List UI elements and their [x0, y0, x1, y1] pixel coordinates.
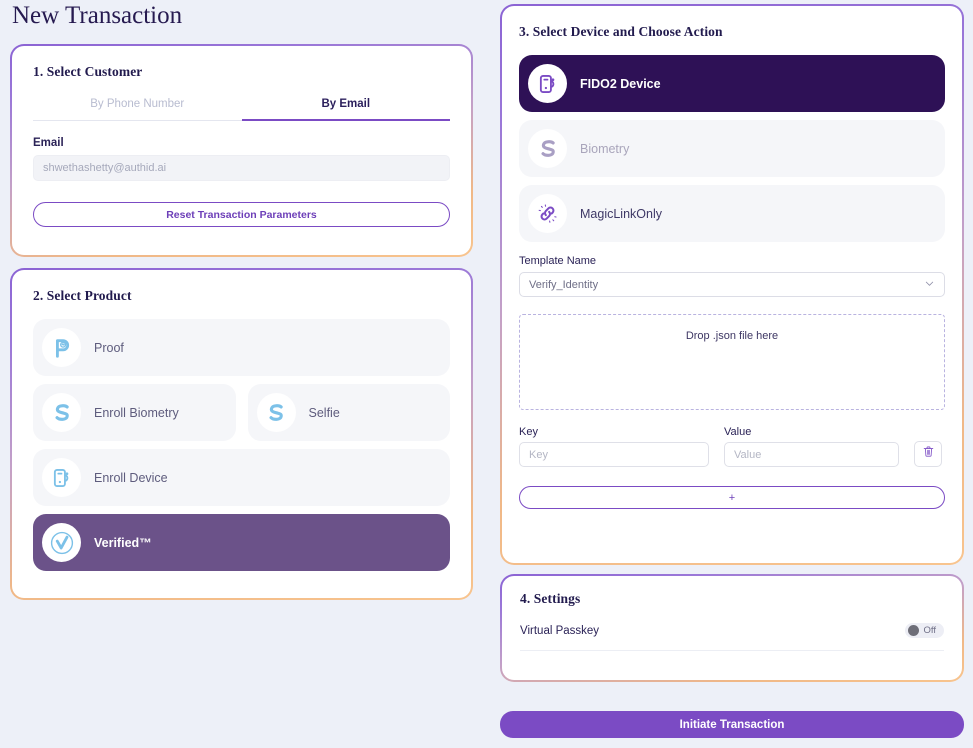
- product-item-selfie[interactable]: Selfie: [247, 384, 450, 441]
- device-item-fido2[interactable]: FIDO2 Device: [519, 55, 945, 112]
- proof-p-icon: [42, 328, 81, 367]
- dropzone-text: Drop .json file here: [685, 330, 779, 342]
- select-device-title: 3. Select Device and Choose Action: [519, 24, 723, 39]
- template-name-select[interactable]: Verify_Identity: [519, 272, 945, 297]
- toggle-state-label: Off: [923, 625, 937, 636]
- value-column: Value Value: [724, 426, 899, 467]
- chevron-down-icon: [924, 278, 935, 292]
- biometry-s-icon: [528, 129, 567, 168]
- reset-transaction-parameters-button[interactable]: Reset Transaction Parameters: [33, 202, 450, 227]
- selfie-s-icon: [256, 393, 296, 432]
- device-label: Biometry: [580, 141, 630, 156]
- fido2-device-icon: [528, 64, 567, 103]
- value-input[interactable]: Value: [724, 442, 899, 467]
- key-value-row: Key Key Value Value: [519, 426, 945, 467]
- settings-card: 4. Settings Virtual Passkey Off: [500, 574, 964, 682]
- verified-check-icon: [42, 523, 81, 562]
- device-list: FIDO2 Device Biometry MagicLinkOnly: [519, 55, 945, 242]
- product-label: Verified™: [94, 535, 152, 550]
- template-name-label: Template Name: [519, 255, 597, 267]
- device-item-biometry[interactable]: Biometry: [519, 120, 945, 177]
- initiate-transaction-button[interactable]: Initiate Transaction: [500, 711, 964, 738]
- select-device-card: 3. Select Device and Choose Action FIDO2…: [500, 4, 964, 565]
- select-product-card: 2. Select Product Proof Enroll Biometry …: [10, 268, 473, 600]
- device-label: FIDO2 Device: [580, 76, 661, 91]
- product-label: Enroll Device: [94, 470, 168, 485]
- tab-by-email[interactable]: By Email: [241, 98, 450, 121]
- trash-icon: [922, 445, 935, 463]
- key-column: Key Key: [519, 426, 709, 467]
- new-transaction-page: New Transaction 1. Select Customer By Ph…: [0, 0, 973, 748]
- json-dropzone[interactable]: Drop .json file here: [519, 314, 945, 410]
- virtual-passkey-toggle[interactable]: Off: [904, 623, 944, 638]
- virtual-passkey-label: Virtual Passkey: [520, 624, 600, 637]
- product-item-enroll-device[interactable]: Enroll Device: [33, 449, 450, 506]
- settings-title: 4. Settings: [520, 591, 581, 606]
- value-label: Value: [724, 426, 752, 438]
- product-label: Enroll Biometry: [94, 405, 179, 420]
- tab-by-phone-number[interactable]: By Phone Number: [33, 98, 242, 121]
- customer-lookup-tabs: By Phone Number By Email: [33, 98, 450, 121]
- product-item-verified[interactable]: Verified™: [33, 514, 450, 571]
- product-label: Selfie: [308, 405, 340, 420]
- toggle-knob-icon: [907, 625, 919, 636]
- device-item-magiclinkonly[interactable]: MagicLinkOnly: [519, 185, 945, 242]
- product-label: Proof: [94, 340, 124, 355]
- product-item-proof[interactable]: Proof: [33, 319, 450, 376]
- select-customer-title: 1. Select Customer: [33, 64, 143, 79]
- select-product-title: 2. Select Product: [33, 288, 132, 303]
- delete-key-value-button[interactable]: [914, 441, 942, 467]
- biometry-s-icon: [42, 393, 81, 432]
- email-input[interactable]: shwethashetty@authid.ai: [33, 155, 450, 181]
- select-customer-card: 1. Select Customer By Phone Number By Em…: [10, 44, 473, 257]
- email-label: Email: [33, 137, 64, 149]
- device-icon: [42, 458, 81, 497]
- add-key-value-button[interactable]: +: [519, 486, 945, 509]
- page-title: New Transaction: [12, 2, 183, 29]
- product-item-enroll-biometry[interactable]: Enroll Biometry: [33, 384, 236, 441]
- template-name-value: Verify_Identity: [529, 278, 599, 291]
- setting-row-virtual-passkey: Virtual Passkey Off: [520, 623, 944, 651]
- key-input[interactable]: Key: [519, 442, 709, 467]
- key-label: Key: [519, 426, 538, 438]
- product-list: Proof Enroll Biometry Selfie Enroll Devi…: [33, 319, 450, 571]
- magic-link-icon: [528, 194, 567, 233]
- device-label: MagicLinkOnly: [580, 206, 662, 221]
